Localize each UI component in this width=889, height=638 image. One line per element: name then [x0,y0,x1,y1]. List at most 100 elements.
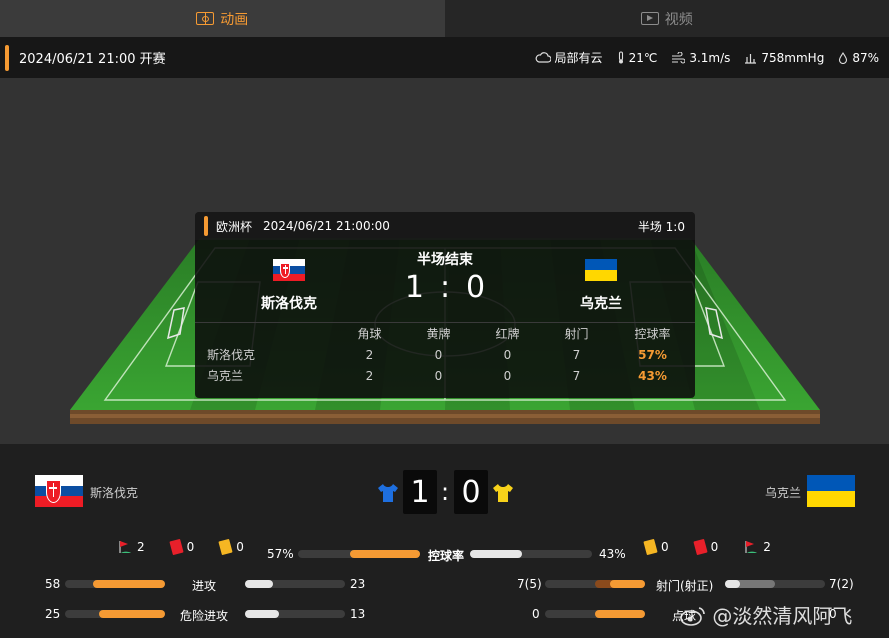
attacks-label: 进攻 [192,579,217,593]
match-info-bar: 2024/06/21 21:00 开赛 局部有云 21℃ 3.1m/s 758m… [0,37,889,78]
cell: 0 [503,347,512,362]
weather-sky: 局部有云 [554,51,603,65]
dangerous-away: 13 [350,607,366,621]
dangerous-home-bar [65,610,165,618]
red-card-icon [693,538,708,556]
col-header: 黄牌 [426,327,451,341]
thermometer-icon [618,51,623,64]
col-header: 射门 [564,327,589,341]
wind-icon [672,51,686,64]
weather-pressure: 758mmHg [761,50,825,65]
away-team: 乌克兰 [556,259,646,313]
table-row: 斯洛伐克 2 0 0 7 57% [195,344,695,365]
away-flag [807,475,855,507]
pitch-icon [196,12,215,25]
home-team: 斯洛伐克 [244,259,334,313]
weather-info: 局部有云 21℃ 3.1m/s 758mmHg 87% [535,49,879,66]
ukraine-flag-icon [807,475,855,507]
score-colon: : [439,270,451,305]
slovakia-flag-icon [35,475,83,507]
ukraine-flag-icon [585,259,617,281]
possession-home-bar [298,550,420,558]
cell: 0 [434,368,443,383]
home-red-cards: 0 [186,540,195,554]
dangerous-home: 25 [45,607,61,621]
cell: 57% [638,347,667,362]
dangerous-away-bar [245,610,345,618]
humidity-icon [839,51,848,64]
match-status: 半场结束 [417,252,473,268]
away-events: 0 0 2 [643,538,771,556]
home-score: 1 [404,270,424,305]
corner-flag-icon [745,541,758,553]
attacks-home-bar [65,580,165,588]
yellow-card-icon [643,538,658,556]
away-team-name: 乌克兰 [765,486,802,500]
animation-area: 欧洲杯 2024/06/21 21:00:00 半场 1:0 斯洛伐克 半场结束… [0,78,889,444]
slovakia-flag-icon [273,259,305,281]
card-time: 2024/06/21 21:00:00 [263,219,390,233]
yellow-card-icon [218,538,233,556]
shots-away: 7(2) [829,577,854,591]
attacks-away-bar [245,580,345,588]
table-row: 乌克兰 2 0 0 7 43% [195,365,695,386]
tab-bar: 动画 视频 [0,0,889,37]
league-name: 欧洲杯 [216,219,253,234]
penalty-home: 0 [532,607,540,621]
home-flag [35,475,83,507]
weather-wind: 3.1m/s [689,50,731,65]
cell: 0 [434,347,443,362]
shots-home: 7(5) [517,577,542,591]
row-team: 乌克兰 [207,369,244,383]
cell: 7 [572,368,581,383]
match-summary-card: 欧洲杯 2024/06/21 21:00:00 半场 1:0 斯洛伐克 半场结束… [195,212,695,398]
cell: 43% [638,368,667,383]
col-header: 控球率 [634,327,671,341]
away-red-cards: 0 [710,540,719,554]
home-events: 2 0 0 [118,538,244,556]
cell: 7 [572,347,581,362]
tab-animation-label: 动画 [220,11,249,28]
cell: 0 [503,368,512,383]
tab-animation[interactable]: 动画 [0,0,445,37]
away-jersey-icon [493,484,513,502]
away-yellow-cards: 0 [661,540,669,554]
col-header: 角球 [357,327,382,341]
weather-humidity: 87% [852,50,879,65]
home-jersey-icon [378,484,398,502]
possession-home: 57% [267,547,294,561]
weather-temp: 21℃ [628,50,658,65]
col-header: 红牌 [495,327,520,341]
away-score: 0 [466,270,486,305]
away-corners: 2 [763,540,771,554]
attacks-home: 58 [45,577,61,591]
home-corners: 2 [137,540,145,554]
attacks-away: 23 [350,577,366,591]
shots-label: 射门(射正) [656,579,714,593]
score-colon: : [441,478,450,506]
scoreline: 斯洛伐克 半场结束 1 : 0 乌克兰 [195,240,695,322]
home-score-digit: 1 [403,470,437,514]
stats-table: 角球 黄牌 红牌 射门 控球率 斯洛伐克 2 0 0 7 57% 乌克兰 2 0… [195,323,695,386]
dangerous-label: 危险进攻 [180,609,229,623]
main-score: 1 : 0 [395,270,495,305]
tab-video-label: 视频 [664,11,693,28]
stats-header-row: 角球 黄牌 红牌 射门 控球率 [195,323,695,344]
cloud-icon [535,52,551,63]
home-yellow-cards: 0 [236,540,244,554]
accent-bar [5,44,9,71]
shots-away-bar [725,580,825,588]
penalty-home-bar [545,610,645,618]
away-score-digit: 0 [454,470,488,514]
tab-video[interactable]: 视频 [444,0,889,37]
watermark: @淡然清风阿飞 [680,600,852,629]
accent-bar [204,216,208,236]
possession-away-bar [470,550,592,558]
red-card-icon [169,538,184,556]
tv-play-icon [640,12,659,25]
home-team-name: 斯洛伐克 [261,296,317,312]
card-header: 欧洲杯 2024/06/21 21:00:00 半场 1:0 [195,212,695,240]
cell: 2 [365,368,374,383]
row-team: 斯洛伐克 [207,348,256,362]
away-team-name: 乌克兰 [580,296,622,312]
